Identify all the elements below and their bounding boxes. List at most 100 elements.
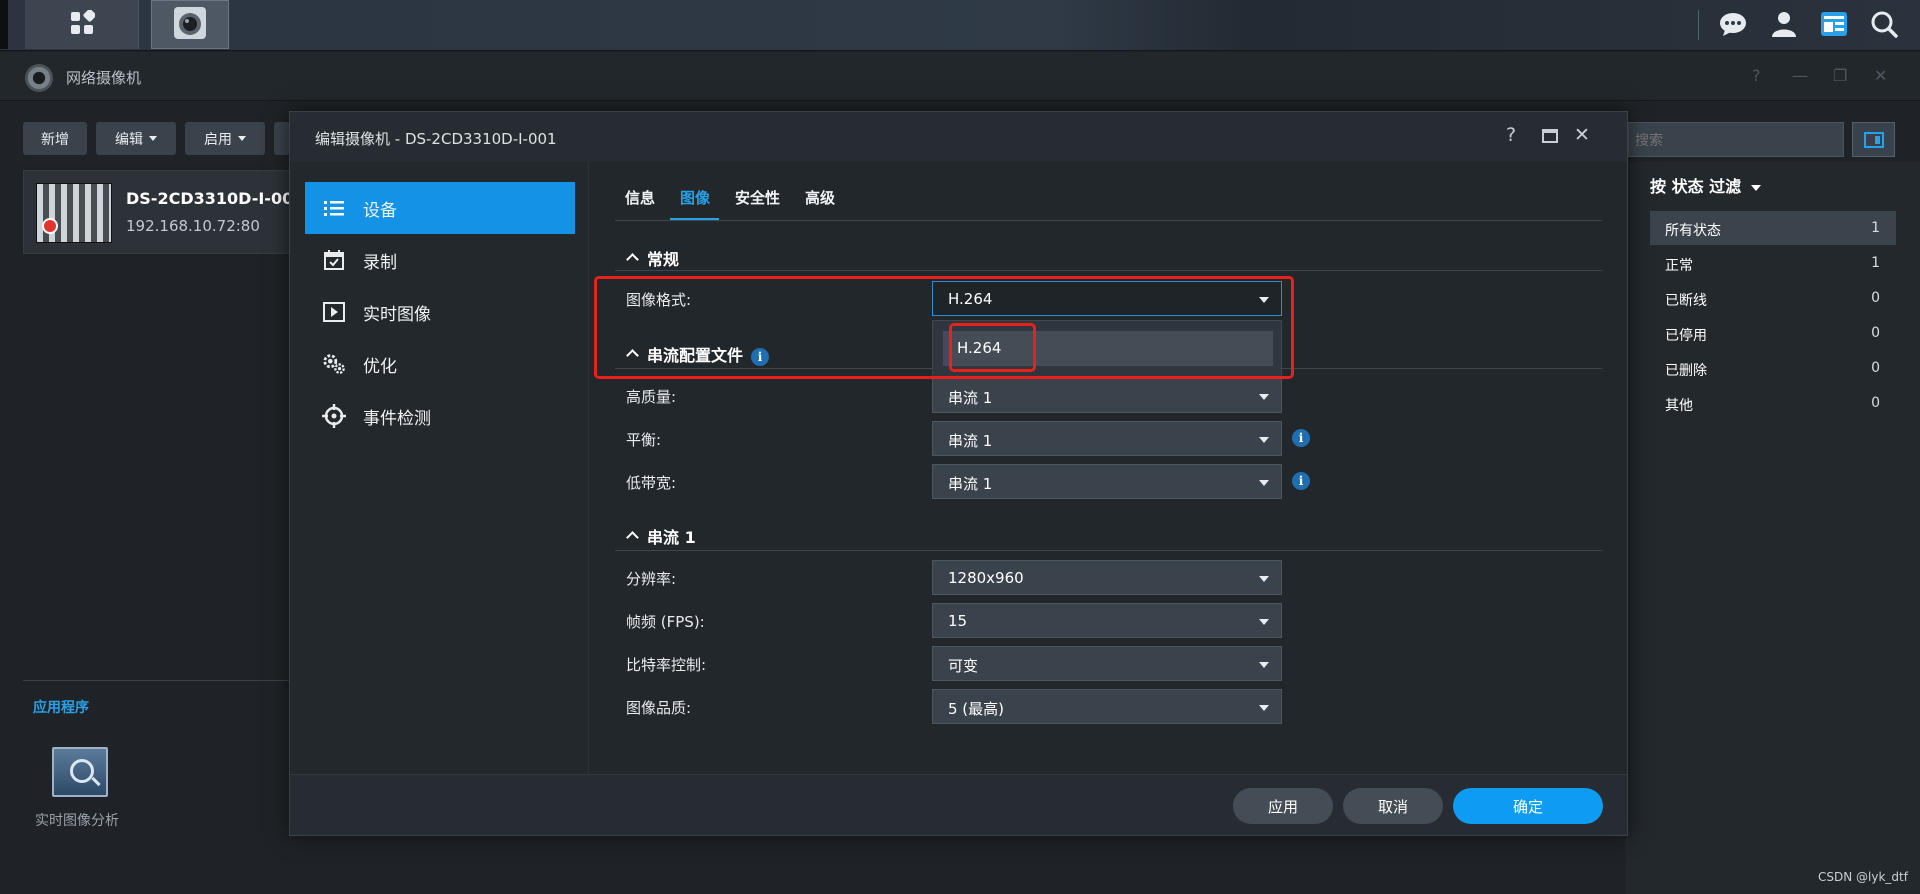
- select-value: 15: [948, 612, 968, 630]
- filter-title-label: 按 状态 过滤: [1650, 177, 1742, 196]
- filter-item-all[interactable]: 所有状态 1: [1650, 211, 1896, 245]
- filter-item-label: 正常: [1665, 258, 1693, 274]
- close-icon[interactable]: ✕: [1574, 124, 1590, 146]
- more-button[interactable]: [274, 122, 290, 155]
- edit-button[interactable]: 编辑: [96, 122, 176, 155]
- filter-item-count: 1: [1871, 220, 1880, 236]
- app-label[interactable]: 实时图像分析: [35, 810, 119, 830]
- main-window-title: 网络摄像机: [66, 69, 142, 87]
- close-icon[interactable]: ✕: [1874, 66, 1887, 85]
- tab-info[interactable]: 信息: [625, 187, 655, 208]
- low-bandwidth-select[interactable]: 串流 1: [932, 464, 1282, 499]
- sidebar-item-optimize[interactable]: 优化: [305, 338, 575, 390]
- ok-button[interactable]: 确定: [1453, 788, 1603, 824]
- filter-item-deleted[interactable]: 已删除 0: [1650, 351, 1896, 385]
- filter-item-label: 已停用: [1665, 328, 1707, 344]
- tab-advanced[interactable]: 高级: [805, 187, 835, 208]
- sidebar-item-label: 实时图像: [363, 304, 431, 325]
- apps-grid-icon: [69, 8, 96, 40]
- magnifier-icon: [70, 759, 94, 783]
- add-button-label: 新增: [41, 131, 69, 148]
- filter-item-normal[interactable]: 正常 1: [1650, 246, 1896, 280]
- panel-layout-icon: [1863, 131, 1884, 148]
- balanced-select[interactable]: 串流 1: [932, 421, 1282, 456]
- select-value: 串流 1: [948, 432, 993, 450]
- section-title: 常规: [647, 250, 680, 269]
- sidebar-item-recording[interactable]: 录制: [305, 234, 575, 286]
- filter-item-disconnected[interactable]: 已断线 0: [1650, 281, 1896, 315]
- calendar-check-icon: [322, 248, 346, 272]
- main-window-titlebar: 网络摄像机 ? — ❐ ✕: [0, 52, 1920, 101]
- filter-item-count: 1: [1871, 255, 1880, 271]
- search-icon[interactable]: [1868, 8, 1900, 40]
- apply-button[interactable]: 应用: [1233, 788, 1333, 824]
- fps-label: 帧频 (FPS):: [626, 613, 705, 631]
- section-general-header[interactable]: 常规: [626, 246, 679, 270]
- play-box-icon: [322, 300, 346, 324]
- gears-icon: [322, 352, 346, 376]
- camera-ip: 192.168.10.72:80: [126, 217, 260, 235]
- surveillance-app-taskbar-button[interactable]: [151, 0, 229, 49]
- filter-item-disabled[interactable]: 已停用 0: [1650, 316, 1896, 350]
- filter-item-other[interactable]: 其他 0: [1650, 386, 1896, 420]
- minimize-icon[interactable]: —: [1792, 66, 1808, 85]
- select-value: 串流 1: [948, 475, 993, 493]
- select-value: 5 (最高): [948, 700, 1005, 718]
- add-button[interactable]: 新增: [23, 122, 87, 155]
- user-icon[interactable]: [1768, 8, 1800, 40]
- main-menu-button[interactable]: [25, 0, 139, 49]
- fps-select[interactable]: 15: [932, 603, 1282, 638]
- resolution-label: 分辨率:: [626, 570, 677, 588]
- sidebar-item-device[interactable]: 设备: [305, 182, 575, 234]
- chat-icon[interactable]: [1717, 8, 1749, 40]
- help-icon[interactable]: ?: [1752, 66, 1761, 85]
- high-quality-select[interactable]: 串流 1: [932, 378, 1282, 413]
- taskbar-separator: [1698, 10, 1699, 40]
- chevron-down-icon: [238, 136, 246, 141]
- chevron-down-icon: [1259, 705, 1269, 711]
- cancel-button[interactable]: 取消: [1343, 788, 1443, 824]
- filter-item-label: 其他: [1665, 398, 1693, 414]
- live-analytics-app-icon[interactable]: [52, 747, 108, 797]
- filter-title[interactable]: 按 状态 过滤: [1650, 173, 1762, 197]
- section-stream1-header[interactable]: 串流 1: [626, 524, 696, 548]
- edit-button-label: 编辑: [115, 131, 143, 148]
- resolution-select[interactable]: 1280x960: [932, 560, 1282, 595]
- info-icon[interactable]: i: [1292, 429, 1310, 447]
- sidebar-item-label: 事件检测: [363, 408, 431, 429]
- chevron-down-icon: [1259, 576, 1269, 582]
- filter-item-label: 已删除: [1665, 363, 1707, 379]
- taskbar-edge: [0, 0, 8, 49]
- recording-indicator-icon: [42, 218, 58, 234]
- bitrate-control-select[interactable]: 可变: [932, 646, 1282, 681]
- maximize-icon[interactable]: [1542, 126, 1558, 148]
- chevron-down-icon: [1259, 619, 1269, 625]
- tab-security[interactable]: 安全性: [735, 187, 780, 208]
- tab-image[interactable]: 图像: [680, 187, 710, 208]
- chevron-down-icon: [149, 136, 157, 141]
- section-divider: [615, 550, 1602, 551]
- app-camera-icon: [25, 64, 53, 92]
- taskbar: [0, 0, 1920, 51]
- enable-button-label: 启用: [204, 131, 232, 148]
- image-quality-select[interactable]: 5 (最高): [932, 689, 1282, 724]
- camera-thumbnail: [36, 183, 112, 243]
- edit-camera-dialog: 编辑摄像机 - DS-2CD3310D-I-001 ? ✕ 设备 录制 实时图像…: [289, 111, 1628, 836]
- sidebar-item-event-detection[interactable]: 事件检测: [305, 390, 575, 442]
- tab-divider: [615, 220, 1602, 221]
- help-icon[interactable]: ?: [1506, 124, 1516, 146]
- widgets-icon[interactable]: [1818, 8, 1850, 40]
- panel-toggle-button[interactable]: [1852, 122, 1895, 157]
- select-value: 1280x960: [948, 569, 1024, 587]
- cancel-button-label: 取消: [1377, 797, 1408, 816]
- list-icon: [322, 196, 346, 220]
- info-icon[interactable]: i: [1292, 472, 1310, 490]
- sidebar-item-live-view[interactable]: 实时图像: [305, 286, 575, 338]
- high-quality-label: 高质量:: [626, 388, 677, 406]
- active-tab-indicator: [670, 218, 719, 220]
- chevron-down-icon: [1259, 662, 1269, 668]
- camera-list-item[interactable]: DS-2CD3310D-I-001 192.168.10.72:80: [23, 170, 294, 254]
- restore-icon[interactable]: ❐: [1833, 66, 1847, 85]
- search-input[interactable]: [1628, 122, 1844, 157]
- enable-button[interactable]: 启用: [185, 122, 265, 155]
